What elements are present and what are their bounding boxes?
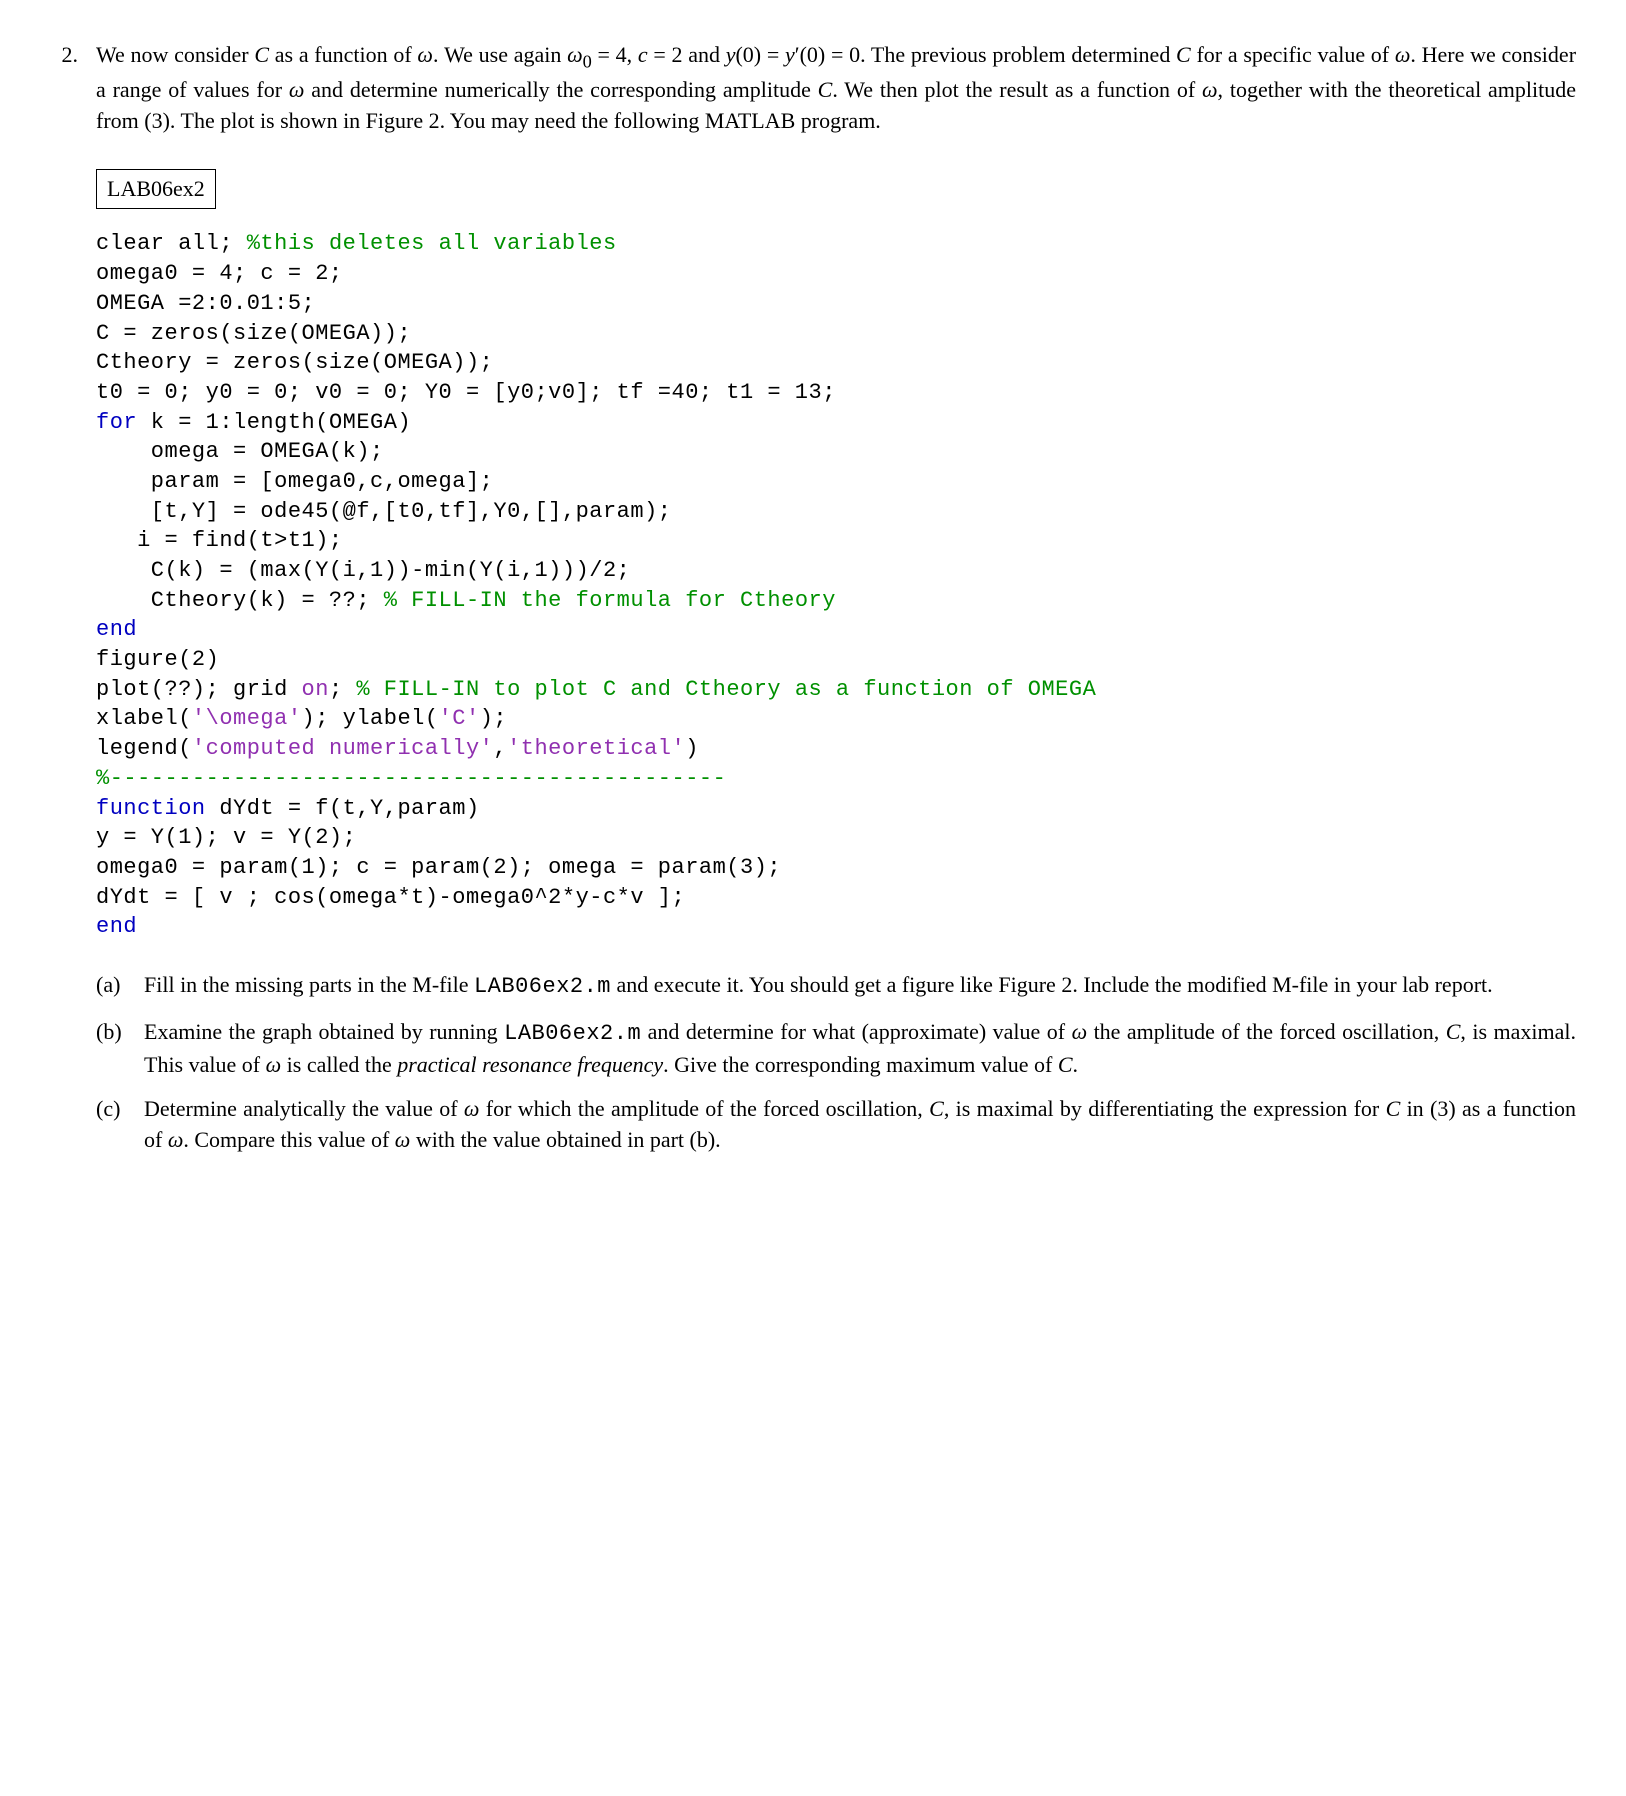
subpart-label: (c) [96,1094,132,1156]
subpart-label: (b) [96,1017,132,1081]
code-comment: % FILL-IN the formula for Ctheory [384,588,836,613]
code-keyword: end [96,617,137,642]
code-line: xlabel( [96,706,192,731]
code-line: y = Y(1); v = Y(2); [96,825,356,850]
text: Examine the graph obtained by running [144,1019,504,1044]
intro-paragraph: We now consider C as a function of ω. We… [96,40,1576,137]
subpart-label: (a) [96,970,132,1003]
code-line: omega0 = 4; c = 2; [96,261,343,286]
file-label-box: LAB06ex2 [96,169,216,210]
subpart-body: Examine the graph obtained by running LA… [144,1017,1576,1081]
code-string: 'computed numerically' [192,736,493,761]
code-keyword: for [96,410,137,435]
code-line: omega0 = param(1); c = param(2); omega =… [96,855,781,880]
code-line: Ctheory(k) = ??; [96,588,384,613]
subpart-a: (a) Fill in the missing parts in the M-f… [96,970,1576,1003]
filename: LAB06ex2.m [474,974,611,999]
code-keyword: end [96,914,137,939]
code-line: ); [480,706,507,731]
code-keyword: function [96,796,206,821]
code-string: '\omega' [192,706,302,731]
code-line: k = 1:length(OMEGA) [137,410,411,435]
code-line: dYdt = f(t,Y,param) [206,796,480,821]
text: Fill in the missing parts in the M-file [144,972,474,997]
code-line: C = zeros(size(OMEGA)); [96,321,411,346]
code-line: ; [329,677,356,702]
code-line: C(k) = (max(Y(i,1))-min(Y(i,1)))/2; [96,558,630,583]
code-line: omega = OMEGA(k); [96,439,384,464]
code-line: legend( [96,736,192,761]
code-line: Ctheory = zeros(size(OMEGA)); [96,350,493,375]
code-line: i = find(t>t1); [96,528,343,553]
code-line: ); ylabel( [302,706,439,731]
code-comment: %this deletes all variables [247,231,617,256]
code-line: dYdt = [ v ; cos(omega*t)-omega0^2*y-c*v… [96,885,685,910]
code-line: t0 = 0; y0 = 0; v0 = 0; Y0 = [y0;v0]; tf… [96,380,836,405]
subparts: (a) Fill in the missing parts in the M-f… [96,970,1576,1156]
problem-body: We now consider C as a function of ω. We… [96,40,1576,1170]
code-string: 'theoretical' [507,736,685,761]
problem-number: 2. [50,40,78,1170]
code-line: figure(2) [96,647,219,672]
filename: LAB06ex2.m [504,1021,641,1046]
code-line: plot(??); grid [96,677,302,702]
code-line: ) [685,736,699,761]
subpart-body: Fill in the missing parts in the M-file … [144,970,1576,1003]
text: and execute it. You should get a figure … [611,972,1493,997]
code-line: OMEGA =2:0.01:5; [96,291,315,316]
problem-container: 2. We now consider C as a function of ω.… [50,40,1576,1170]
code-comment: %---------------------------------------… [96,766,726,791]
code-string: 'C' [439,706,480,731]
code-line: param = [omega0,c,omega]; [96,469,493,494]
code-comment: % FILL-IN to plot C and Ctheory as a fun… [356,677,1096,702]
subpart-c: (c) Determine analytically the value of … [96,1094,1576,1156]
subpart-body: Determine analytically the value of ω fo… [144,1094,1576,1156]
code-line: [t,Y] = ode45(@f,[t0,tf],Y0,[],param); [96,499,672,524]
code-line: , [493,736,507,761]
text: . Give the corresponding maximum value o… [663,1052,1078,1077]
code-listing: clear all; %this deletes all variables o… [96,229,1576,942]
code-line: clear all; [96,231,247,256]
term: practical resonance frequency [397,1052,663,1077]
subpart-b: (b) Examine the graph obtained by runnin… [96,1017,1576,1081]
code-string: on [302,677,329,702]
